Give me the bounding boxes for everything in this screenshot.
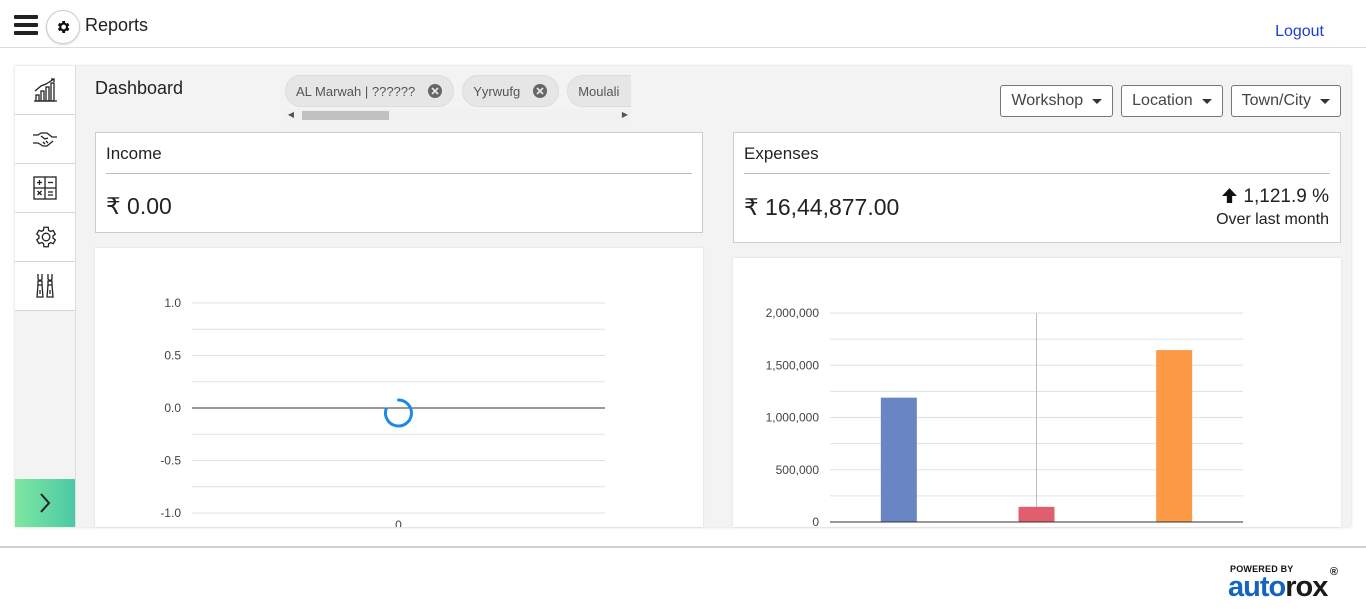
arrow-up-icon (1222, 188, 1238, 203)
tools-icon (36, 274, 54, 298)
brand-name: autorox (1228, 571, 1328, 603)
loading-spinner-icon (384, 398, 413, 428)
caret-down-icon (1201, 98, 1212, 104)
menu-icon[interactable] (14, 15, 38, 35)
caret-down-icon (1320, 98, 1330, 104)
y-tick-label: 1.0 (164, 296, 181, 310)
sidebar-item-analytics[interactable] (15, 66, 75, 115)
y-tick-label: 0 (812, 515, 819, 527)
scroll-right-icon[interactable]: ▶ (619, 109, 631, 121)
dropdown-label: Town/City (1241, 92, 1311, 109)
scroll-left-icon[interactable]: ◀ (285, 109, 297, 121)
chip-item: AL Marwah | ?????? (285, 75, 455, 107)
location-dropdown[interactable]: Location (1121, 85, 1223, 117)
y-tick-label: 500,000 (776, 463, 820, 477)
chip-label: Yyrwufg (473, 83, 521, 99)
caret-down-icon (1092, 98, 1103, 104)
workshop-dropdown[interactable]: Workshop (1000, 85, 1114, 117)
brand-logo: POWERED BY autorox ® (1228, 561, 1338, 605)
registered-mark: ® (1329, 566, 1338, 578)
trend-caption: Over last month (1216, 211, 1329, 228)
y-tick-label: 0.0 (164, 401, 181, 415)
bar (1156, 350, 1193, 522)
income-amount: ₹ 0.00 (106, 193, 172, 219)
expenses-chart-card: 2,000,000 1,500,000 1,000,000 500,000 0 (733, 258, 1341, 527)
top-bar: Reports Logout (0, 0, 1366, 48)
chip-list: AL Marwah | ?????? Yyrwufg Moulali (285, 75, 631, 107)
handshake-icon (33, 132, 57, 147)
gear-icon (35, 226, 57, 248)
bar (880, 397, 917, 522)
sidebar (15, 66, 76, 527)
income-title: Income (106, 144, 162, 163)
gear-icon (57, 21, 70, 33)
chevron-right-icon (40, 493, 51, 513)
chip-item: Moulali (567, 75, 631, 107)
expenses-card: Expenses ₹ 16,44,877.00 1,121.9 % Over l… (733, 132, 1341, 243)
income-chart-card: 1.0 0.5 0.0 -0.5 -1.0 0 (95, 248, 703, 527)
main-panel: Dashboard AL Marwah | ?????? Yyrwufg Mou… (15, 66, 1351, 527)
sidebar-item-tools[interactable] (15, 262, 75, 311)
sidebar-item-deals[interactable] (15, 115, 75, 164)
y-tick-label: 0.5 (164, 349, 181, 363)
income-card: Income ₹ 0.00 (95, 132, 703, 233)
settings-button[interactable] (46, 10, 80, 44)
income-chart: 1.0 0.5 0.0 -0.5 -1.0 0 (160, 296, 605, 527)
y-tick-label: 1,500,000 (766, 358, 820, 372)
y-tick-label: 1,000,000 (766, 411, 820, 425)
chip-scrollbar[interactable]: ◀ ▶ (285, 109, 631, 121)
y-tick-label: -0.5 (160, 454, 181, 468)
logout-link[interactable]: Logout (1275, 23, 1324, 41)
chip-label: AL Marwah | ?????? (296, 83, 416, 99)
workshop-chip-strip: AL Marwah | ?????? Yyrwufg Moulali ◀ ▶ (285, 75, 631, 123)
bar (1018, 506, 1055, 522)
chip-item: Yyrwufg (462, 75, 560, 107)
dropdown-label: Workshop (1011, 92, 1084, 109)
close-circle-icon[interactable] (532, 83, 548, 99)
x-tick-label: 0 (395, 518, 402, 527)
footer-divider (0, 546, 1366, 548)
line-chart-icon (34, 78, 57, 102)
page-title: Dashboard (95, 78, 184, 98)
chip-label: Moulali (578, 83, 620, 99)
expenses-chart: 2,000,000 1,500,000 1,000,000 500,000 0 (766, 306, 1243, 527)
expense-trend: 1,121.9 % Over last month (1216, 186, 1329, 229)
sidebar-item-settings[interactable] (15, 213, 75, 262)
expenses-amount: ₹ 16,44,877.00 (744, 194, 900, 220)
filter-bar: Workshop Location Town/City (1000, 85, 1341, 117)
expenses-title: Expenses (744, 144, 819, 163)
trend-value: 1,121.9 % (1243, 186, 1329, 207)
close-circle-icon[interactable] (427, 83, 443, 99)
sidebar-item-calculator[interactable] (15, 164, 75, 213)
town-city-dropdown[interactable]: Town/City (1230, 85, 1341, 117)
app-title: Reports (85, 15, 149, 35)
calculator-icon (33, 176, 57, 200)
y-tick-label: 2,000,000 (766, 306, 820, 320)
sidebar-expand-button[interactable] (15, 479, 75, 527)
y-tick-label: -1.0 (160, 506, 181, 520)
scrollbar-thumb[interactable] (302, 111, 389, 120)
dropdown-label: Location (1132, 92, 1193, 109)
